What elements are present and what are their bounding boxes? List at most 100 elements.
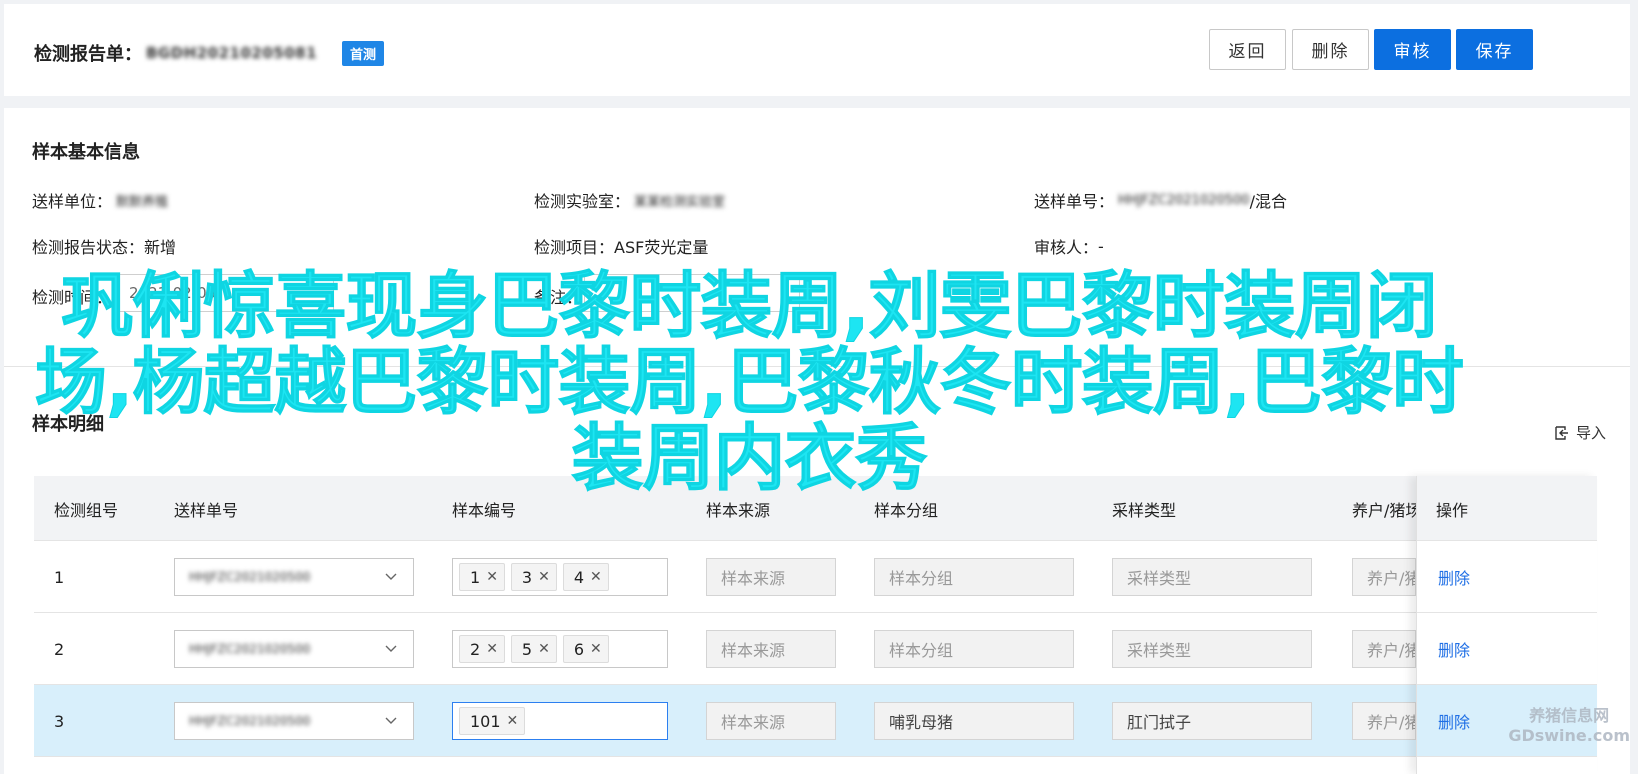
info-item-label: 检测项目： xyxy=(534,238,615,257)
tag-close-icon[interactable]: ✕ xyxy=(507,713,519,729)
info-reviewer-value: - xyxy=(1098,236,1104,256)
order-select-value: HHJFZC2021020500 xyxy=(189,642,311,656)
farm-field: 养户/猪场 xyxy=(1352,702,1416,740)
sample-tag: 5 ✕ xyxy=(510,635,557,663)
sample-group-field: 样本分组 xyxy=(874,630,1074,668)
sample-info-title: 样本基本信息 xyxy=(32,142,140,163)
sample-tag-label: 2 xyxy=(470,639,481,659)
info-remark-label: 备注： xyxy=(534,288,583,307)
info-order-suffix: /混合 xyxy=(1249,192,1287,211)
sample-tag-label: 101 xyxy=(470,711,501,731)
tag-close-icon[interactable]: ✕ xyxy=(590,641,602,657)
table-row: 2 HHJFZC2021020500 2 ✕ 5 ✕ 6 ✕ 样本来源 样本分组 采样… xyxy=(34,613,1597,685)
tag-close-icon[interactable]: ✕ xyxy=(486,569,498,585)
chevron-down-icon xyxy=(385,573,397,580)
status-badge: 首测 xyxy=(342,40,385,66)
row-index: 2 xyxy=(54,639,65,659)
sample-source-field: 样本来源 xyxy=(706,702,836,740)
order-select[interactable]: HHJFZC2021020500 xyxy=(174,630,414,668)
info-unit-label: 送样单位： xyxy=(32,192,113,211)
col-farm: 养户/猪场 xyxy=(1352,500,1416,520)
row-delete-link[interactable]: 删除 xyxy=(1438,685,1470,757)
sampling-type-field: 采样类型 xyxy=(1112,630,1312,668)
sample-no-tag-input[interactable]: 2 ✕ 5 ✕ 6 ✕ xyxy=(452,630,668,668)
report-code: BGDH20210205081 xyxy=(146,44,318,62)
sampling-type-field: 肛门拭子 xyxy=(1112,702,1312,740)
info-reviewer: 审核人： - xyxy=(1034,234,1104,258)
row-index: 1 xyxy=(54,567,65,587)
row-delete-link[interactable]: 删除 xyxy=(1438,613,1470,685)
site-watermark: 养猪信息网 GDswine.com xyxy=(1508,706,1630,746)
chevron-down-icon xyxy=(385,645,397,652)
sample-tag-label: 3 xyxy=(521,567,533,587)
test-time-value: 2021-02-05 xyxy=(129,284,217,302)
sampling-type-field: 采样类型 xyxy=(1112,558,1312,596)
report-title: 检测报告单： BGDH20210205081 首测 xyxy=(34,40,385,66)
sample-tag: 1 ✕ xyxy=(459,563,505,591)
sample-tag-label: 1 xyxy=(470,567,481,587)
sample-tag: 4 ✕ xyxy=(562,563,609,591)
tag-close-icon[interactable]: ✕ xyxy=(538,569,550,585)
col-sample-source: 样本来源 xyxy=(706,500,771,520)
info-lab-value: 某某检测实验室 xyxy=(634,194,726,210)
back-button[interactable]: 返回 xyxy=(1209,29,1286,70)
farm-field: 养户/猪场 xyxy=(1352,630,1416,668)
import-button[interactable]: 导入 xyxy=(1554,422,1606,443)
info-item: 检测项目： ASF荧光定量 xyxy=(534,234,708,258)
table-header: 检测组号 送样单号 样本编号 样本来源 样本分组 采样类型 养户/猪场 操作 xyxy=(34,476,1597,541)
farm-field: 养户/猪场 xyxy=(1352,558,1416,596)
watermark-line2: GDswine.com xyxy=(1508,726,1630,745)
info-unit: 送样单位： 默默养殖 xyxy=(32,188,168,212)
report-header: 检测报告单： BGDH20210205081 首测 返回 删除 审核 保存 xyxy=(4,4,1630,96)
info-status-label: 检测报告状态： xyxy=(32,238,145,257)
sample-no-tag-input[interactable]: 101 ✕ xyxy=(452,702,668,740)
sample-tag-label: 4 xyxy=(573,567,585,587)
import-icon xyxy=(1555,425,1568,440)
sample-detail-table: 检测组号 送样单号 样本编号 样本来源 样本分组 采样类型 养户/猪场 操作 1… xyxy=(34,476,1597,774)
save-button[interactable]: 保存 xyxy=(1456,29,1533,70)
sample-group-field: 样本分组 xyxy=(874,558,1074,596)
order-select[interactable]: HHJFZC2021020500 xyxy=(174,702,414,740)
sample-tag: 6 ✕ xyxy=(562,635,609,663)
col-sample-no: 样本编号 xyxy=(452,500,517,520)
sample-tag-label: 6 xyxy=(573,639,585,659)
tag-close-icon[interactable]: ✕ xyxy=(486,641,498,657)
remark-input[interactable] xyxy=(584,274,800,312)
main-panel: 样本基本信息 送样单位： 默默养殖 检测实验室： 某某检测实验室 送样单号： H… xyxy=(4,108,1630,774)
order-select[interactable]: HHJFZC2021020500 xyxy=(174,558,414,596)
info-time-label: 检测时间： xyxy=(32,288,113,307)
table-row: 1 HHJFZC2021020500 1 ✕ 3 ✕ 4 ✕ 样本来源 样本分组 采样… xyxy=(34,541,1597,613)
row-index: 3 xyxy=(54,711,65,731)
col-order-no: 送样单号 xyxy=(174,500,239,520)
order-select-value: HHJFZC2021020500 xyxy=(189,714,311,728)
table-row: 3 HHJFZC2021020500 101 ✕ 样本来源 哺乳母猪 肛门拭子 养… xyxy=(34,685,1597,757)
col-group-no: 检测组号 xyxy=(54,500,119,520)
review-button[interactable]: 审核 xyxy=(1374,29,1451,70)
sample-source-field: 样本来源 xyxy=(706,630,836,668)
detail-title: 样本明细 xyxy=(32,414,104,435)
report-title-label: 检测报告单： xyxy=(34,44,142,65)
watermark-line1: 养猪信息网 xyxy=(1529,706,1610,725)
info-status-value: 新增 xyxy=(144,238,177,257)
info-status: 检测报告状态： 新增 xyxy=(32,234,176,258)
sample-group-field: 哺乳母猪 xyxy=(874,702,1074,740)
section-divider xyxy=(4,366,1630,367)
delete-button[interactable]: 删除 xyxy=(1292,29,1369,70)
row-delete-link[interactable]: 删除 xyxy=(1438,541,1470,613)
info-item-value: ASF荧光定量 xyxy=(614,238,709,257)
sample-tag-label: 5 xyxy=(521,639,533,659)
info-lab: 检测实验室： 某某检测实验室 xyxy=(534,188,725,212)
sample-tag: 101 ✕ xyxy=(459,707,526,735)
info-lab-label: 检测实验室： xyxy=(534,192,631,211)
sample-tag: 2 ✕ xyxy=(459,635,505,663)
tag-close-icon[interactable]: ✕ xyxy=(590,569,602,585)
import-label: 导入 xyxy=(1575,424,1606,442)
tag-close-icon[interactable]: ✕ xyxy=(538,641,550,657)
test-time-input[interactable]: 2021-02-05 xyxy=(116,274,334,312)
info-order-value: HHJFZC2021020500 xyxy=(1118,192,1250,208)
order-select-value: HHJFZC2021020500 xyxy=(189,570,311,584)
chevron-down-icon xyxy=(385,717,397,724)
col-sampling-type: 采样类型 xyxy=(1112,500,1177,520)
sample-no-tag-input[interactable]: 1 ✕ 3 ✕ 4 ✕ xyxy=(452,558,668,596)
info-order: 送样单号： HHJFZC2021020500 /混合 xyxy=(1034,188,1287,212)
